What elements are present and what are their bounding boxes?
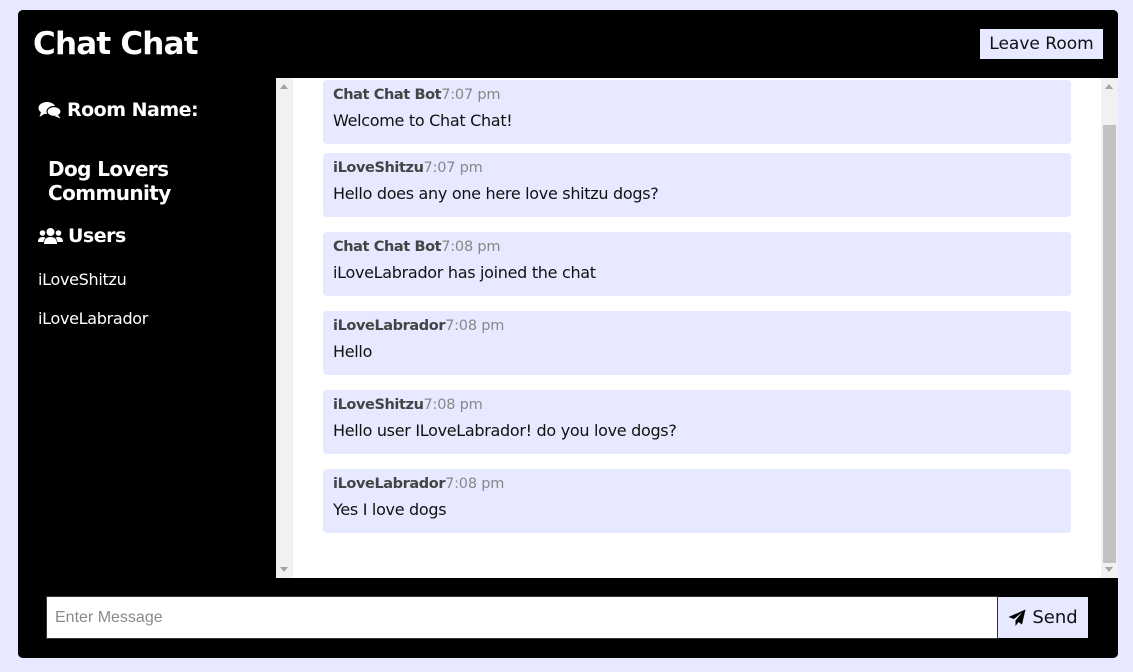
room-name: Dog Lovers Community	[48, 157, 171, 205]
scroll-thumb[interactable]	[1103, 125, 1116, 563]
sidebar: Room Name: Dog Lovers Community Users iL…	[18, 78, 276, 578]
room-name-heading-label: Room Name:	[67, 99, 199, 121]
message-user: iLoveLabrador	[333, 318, 446, 334]
message-text: iLoveLabrador has joined the chat	[333, 263, 596, 282]
message-meta: iLoveShitzu7:08 pm	[333, 397, 1061, 413]
paper-plane-icon	[1008, 609, 1026, 627]
scroll-down-arrow-icon[interactable]	[1105, 567, 1113, 572]
message-meta: Chat Chat Bot7:08 pm	[333, 239, 1061, 255]
message-text: Yes I love dogs	[333, 500, 447, 519]
message-text: Hello	[333, 342, 373, 361]
message-composer: Send	[18, 578, 1118, 658]
users-icon	[38, 227, 63, 245]
message-time: 7:08 pm	[423, 397, 483, 413]
message-time: 7:08 pm	[445, 476, 505, 492]
send-button-label: Send	[1032, 607, 1078, 628]
users-heading-label: Users	[68, 225, 126, 247]
user-list: iLoveShitzu iLoveLabrador	[38, 270, 148, 348]
message-user: Chat Chat Bot	[333, 87, 442, 103]
send-button[interactable]: Send	[998, 597, 1088, 638]
leave-room-button[interactable]: Leave Room	[980, 29, 1103, 59]
chat-message: Chat Chat Bot7:07 pm Welcome to Chat Cha…	[323, 80, 1071, 144]
chat-message: Chat Chat Bot7:08 pm iLoveLabrador has j…	[323, 232, 1071, 296]
left-scrollbar[interactable]	[276, 78, 293, 578]
message-meta: iLoveShitzu7:07 pm	[333, 160, 1061, 176]
chat-message: iLoveShitzu7:08 pm Hello user ILoveLabra…	[323, 390, 1071, 454]
message-time: 7:08 pm	[445, 318, 505, 334]
message-user: iLoveShitzu	[333, 160, 424, 176]
chat-message: iLoveLabrador7:08 pm Yes I love dogs	[323, 469, 1071, 533]
user-list-item: iLoveShitzu	[38, 270, 127, 289]
room-name-heading: Room Name:	[38, 99, 199, 121]
message-input[interactable]	[46, 596, 998, 639]
message-user: iLoveLabrador	[333, 476, 446, 492]
message-meta: iLoveLabrador7:08 pm	[333, 476, 1061, 492]
header: Chat Chat Leave Room	[18, 10, 1118, 78]
message-user: iLoveShitzu	[333, 397, 424, 413]
chat-app: Chat Chat Leave Room Room Name: Dog Love…	[18, 10, 1118, 658]
chat-message: iLoveShitzu7:07 pm Hello does any one he…	[323, 153, 1071, 217]
message-text: Hello does any one here love shitzu dogs…	[333, 184, 659, 203]
chat-message: iLoveLabrador7:08 pm Hello	[323, 311, 1071, 375]
users-heading: Users	[38, 225, 126, 247]
message-meta: Chat Chat Bot7:07 pm	[333, 87, 1061, 103]
message-meta: iLoveLabrador7:08 pm	[333, 318, 1061, 334]
message-text: Welcome to Chat Chat!	[333, 111, 513, 130]
messages-panel[interactable]: Chat Chat Bot7:07 pm Welcome to Chat Cha…	[276, 78, 1118, 578]
message-time: 7:08 pm	[441, 239, 501, 255]
user-list-item: iLoveLabrador	[38, 309, 149, 328]
comments-icon	[38, 101, 62, 119]
app-title: Chat Chat	[33, 26, 199, 62]
scroll-up-arrow-icon[interactable]	[280, 84, 288, 89]
message-time: 7:07 pm	[423, 160, 483, 176]
message-user: Chat Chat Bot	[333, 239, 442, 255]
message-time: 7:07 pm	[441, 87, 501, 103]
scroll-up-arrow-icon[interactable]	[1105, 84, 1113, 89]
messages-scrollbar[interactable]	[1101, 78, 1118, 578]
message-text: Hello user ILoveLabrador! do you love do…	[333, 421, 677, 440]
scroll-down-arrow-icon[interactable]	[280, 567, 288, 572]
